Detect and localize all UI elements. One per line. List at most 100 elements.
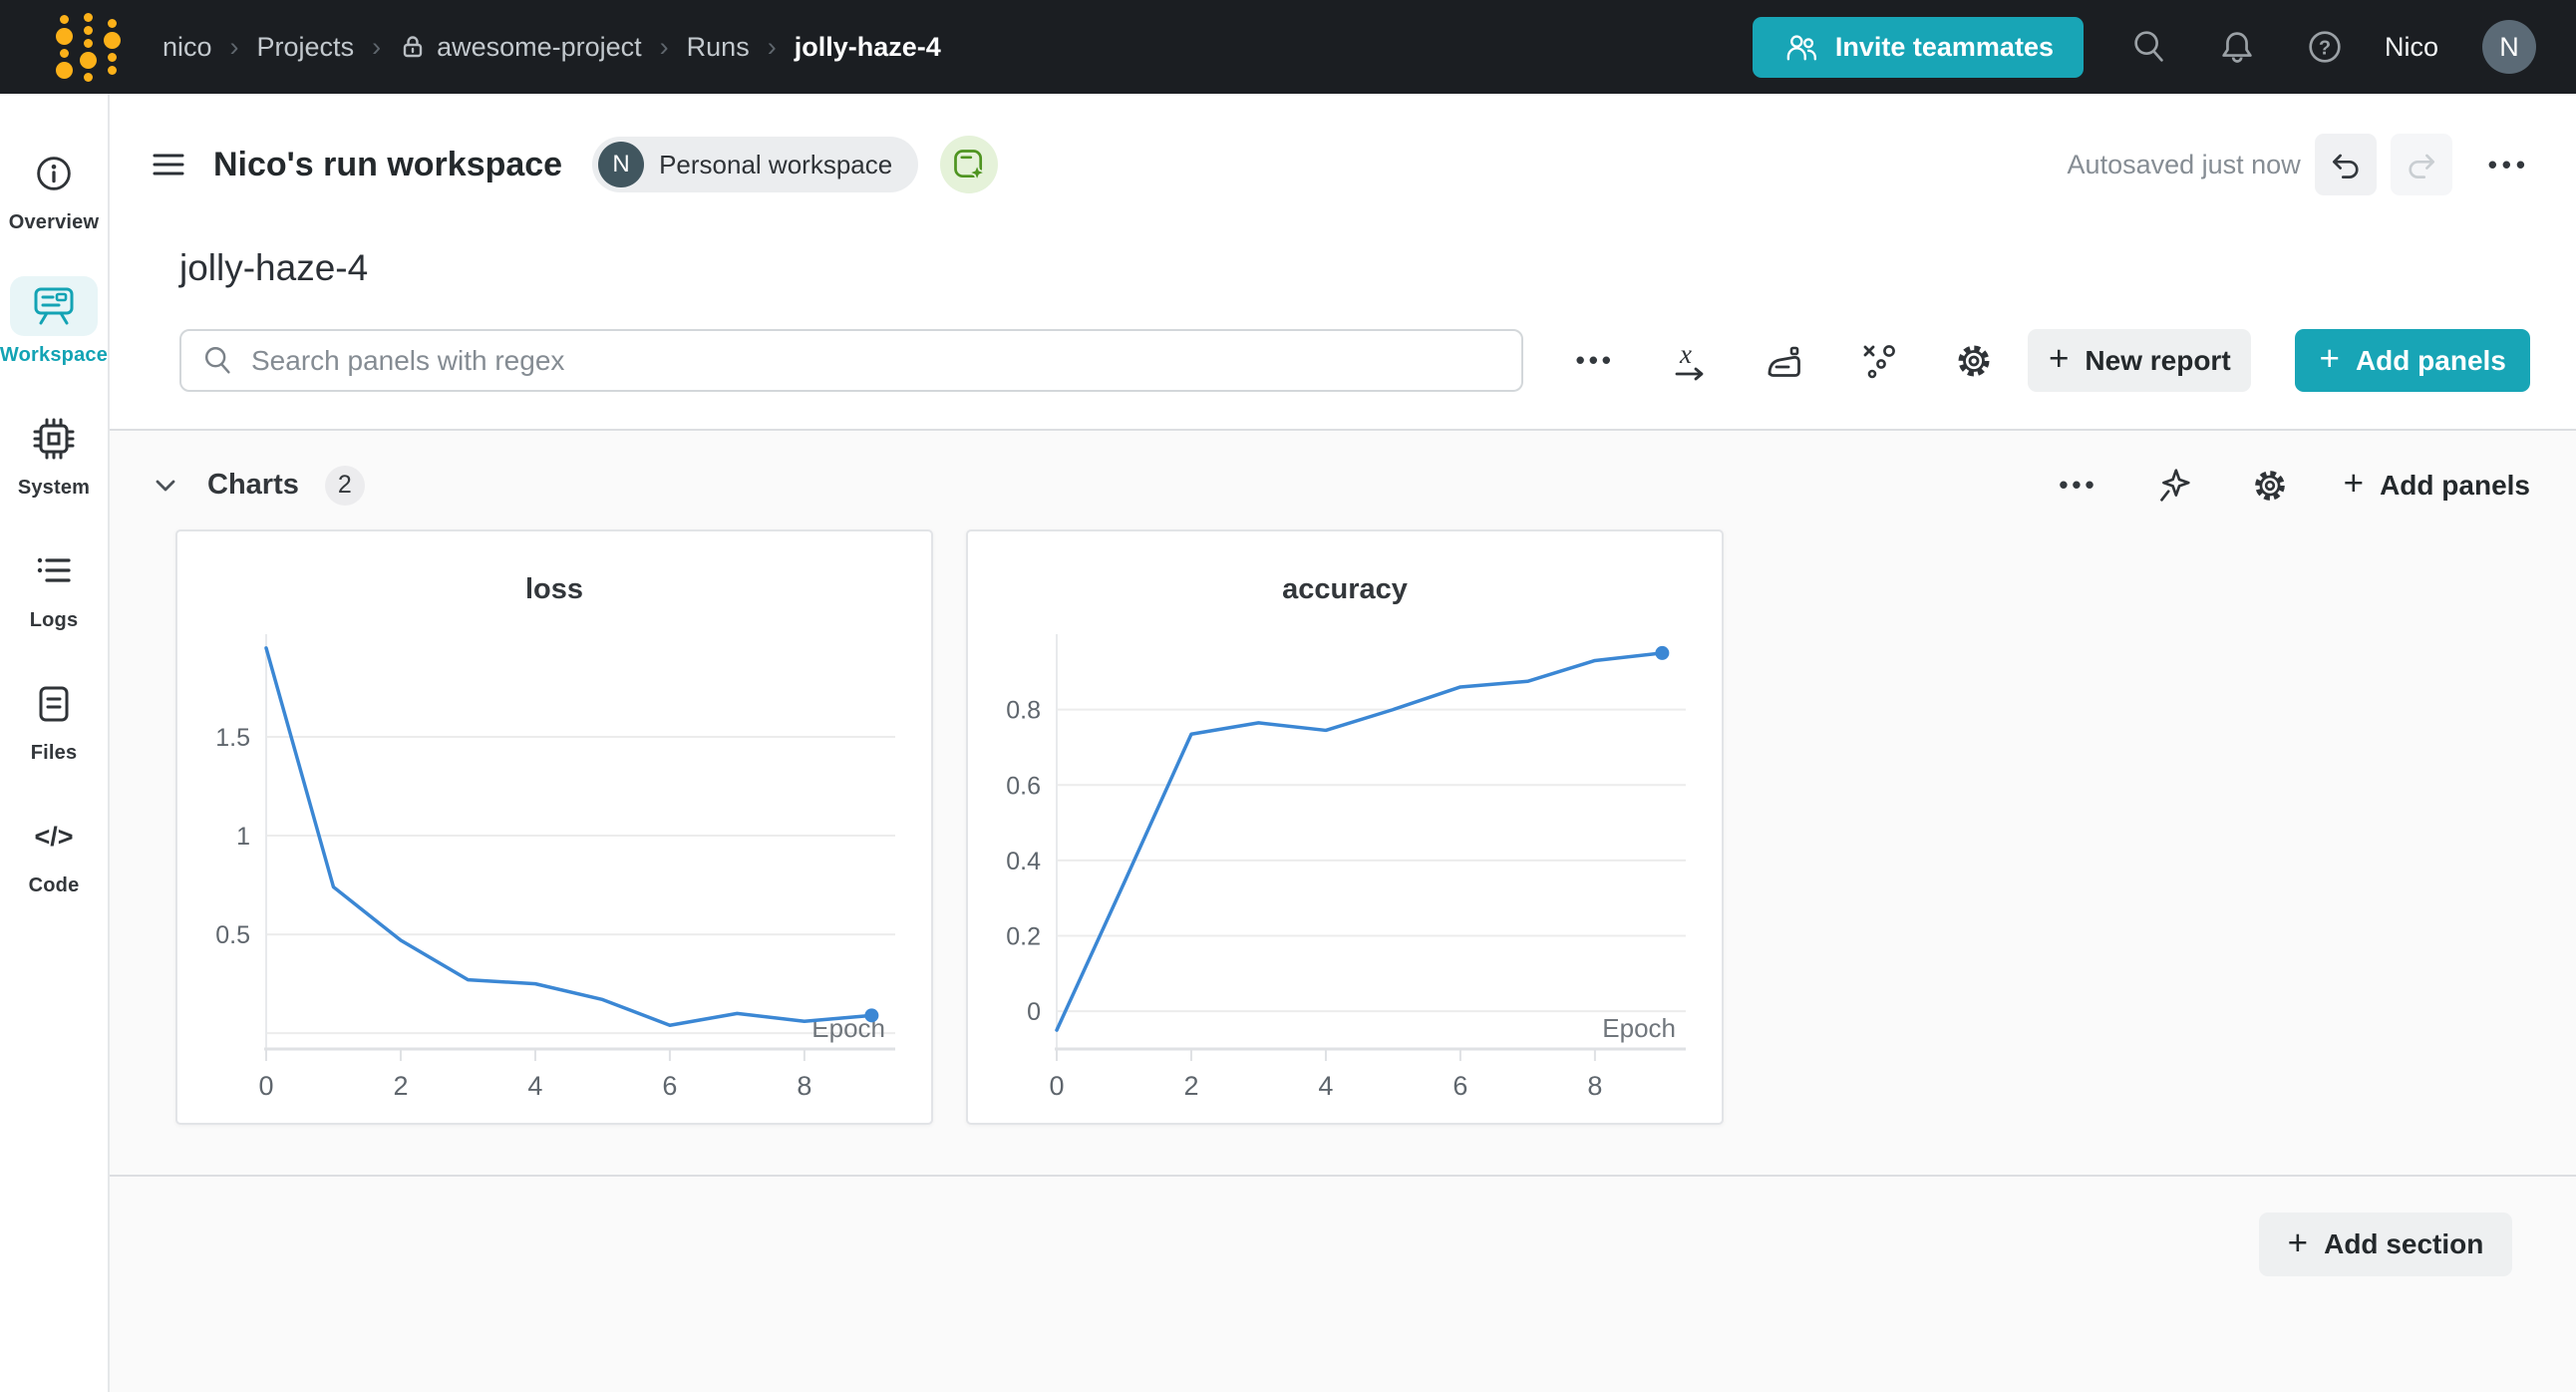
sidebar-item-workspace[interactable]: Workspace [0, 276, 108, 367]
new-report-button[interactable]: + New report [2028, 329, 2251, 392]
x-axis-settings-icon[interactable]: x [1666, 337, 1714, 385]
run-sidebar: Overview Workspace [0, 94, 110, 1392]
chevron-down-icon[interactable] [148, 468, 183, 504]
panel-search [179, 329, 1523, 392]
accuracy-chart[interactable]: 00.20.40.60.802468Epoch [968, 626, 1722, 1115]
panels-row: loss 0.511.502468Epoch accuracy 00.20.40… [110, 529, 2576, 1125]
user-avatar[interactable]: N [2482, 20, 2536, 74]
breadcrumb-separator-icon: › [372, 32, 381, 63]
sparkle-quick-add-icon[interactable] [2148, 462, 2196, 510]
wandb-logo-icon[interactable] [56, 13, 121, 82]
svg-text:x: x [1679, 339, 1692, 369]
invite-teammates-button[interactable]: Invite teammates [1753, 17, 2084, 78]
svg-text:4: 4 [1318, 1071, 1333, 1101]
charts-section-header: Charts 2 ••• [110, 431, 2576, 527]
workspace-board-icon [10, 276, 98, 336]
sidebar-item-files[interactable]: Files [10, 674, 98, 765]
plus-icon: + [2288, 1223, 2308, 1263]
app-root: nico › Projects › awesome-project › Runs… [0, 0, 2576, 1392]
sidebar-item-system[interactable]: System [10, 409, 98, 500]
info-icon [10, 144, 98, 203]
svg-text:0.5: 0.5 [215, 921, 250, 949]
run-title-row: jolly-haze-4 [110, 235, 2576, 329]
breadcrumb-runs[interactable]: Runs [687, 32, 750, 63]
add-section-button[interactable]: + Add section [2259, 1213, 2512, 1276]
outliers-icon[interactable] [1855, 337, 1903, 385]
breadcrumb: nico › Projects › awesome-project › Runs… [162, 32, 941, 63]
topbar-right: Invite teammates ? Nico [1753, 17, 2536, 78]
undo-button[interactable] [2315, 134, 2377, 195]
charts-header-actions: ••• + [2059, 462, 2530, 510]
list-icon [10, 541, 98, 601]
svg-text:0.2: 0.2 [1006, 923, 1041, 951]
section-more-options-icon[interactable]: ••• [2059, 470, 2097, 501]
sidebar-item-overview[interactable]: Overview [9, 144, 100, 234]
plus-icon: + [2049, 339, 2069, 379]
file-icon [10, 674, 98, 734]
loss-chart[interactable]: 0.511.502468Epoch [177, 626, 931, 1115]
svg-text:6: 6 [1452, 1071, 1467, 1101]
breadcrumb-separator-icon: › [660, 32, 669, 63]
plus-icon: + [2320, 339, 2340, 379]
panel-control-icons: ••• x [1571, 337, 1998, 385]
loss-chart-panel[interactable]: loss 0.511.502468Epoch [175, 529, 933, 1125]
auto-workspace-icon[interactable] [940, 136, 998, 193]
charts-section: Charts 2 ••• [110, 429, 2576, 1177]
search-panels-input[interactable] [251, 345, 1501, 377]
hamburger-menu-icon[interactable] [146, 142, 191, 187]
accuracy-chart-panel[interactable]: accuracy 00.20.40.60.802468Epoch [966, 529, 1724, 1125]
chart-title: accuracy [968, 573, 1722, 606]
svg-text:Epoch: Epoch [1602, 1013, 1676, 1043]
breadcrumb-user[interactable]: nico [162, 32, 212, 63]
redo-button[interactable] [2391, 134, 2452, 195]
run-title: jolly-haze-4 [179, 247, 368, 289]
add-panels-button[interactable]: + Add panels [2295, 329, 2530, 392]
svg-text:0: 0 [258, 1071, 273, 1101]
svg-text:4: 4 [527, 1071, 542, 1101]
svg-text:2: 2 [1183, 1071, 1198, 1101]
notifications-bell-icon[interactable] [2215, 25, 2259, 69]
help-icon[interactable]: ? [2303, 25, 2347, 69]
svg-text:0.4: 0.4 [1006, 848, 1041, 875]
autosave-status: Autosaved just now [2068, 150, 2301, 180]
workspace-avatar: N [598, 142, 644, 187]
svg-text:8: 8 [797, 1071, 811, 1101]
search-icon [201, 344, 235, 378]
svg-text:8: 8 [1587, 1071, 1602, 1101]
topbar: nico › Projects › awesome-project › Runs… [0, 0, 2576, 94]
svg-text:6: 6 [662, 1071, 677, 1101]
panel-more-options-icon[interactable]: ••• [1571, 337, 1619, 385]
breadcrumb-run-name[interactable]: jolly-haze-4 [795, 32, 941, 63]
svg-text:0: 0 [1049, 1071, 1064, 1101]
topbar-username[interactable]: Nico [2385, 32, 2438, 63]
workspace-title: Nico's run workspace [213, 146, 562, 184]
chart-title: loss [177, 573, 931, 606]
sidebar-item-logs[interactable]: Logs [10, 541, 98, 632]
section-settings-gear-icon[interactable] [2246, 462, 2294, 510]
lock-icon [399, 33, 427, 61]
workspace-settings-gear-icon[interactable] [1950, 337, 1998, 385]
breadcrumb-projects[interactable]: Projects [257, 32, 355, 63]
people-icon [1782, 29, 1819, 66]
footer-area: + Add section [110, 1177, 2576, 1392]
breadcrumb-project[interactable]: awesome-project [399, 32, 642, 63]
charts-section-title[interactable]: Charts [207, 469, 299, 502]
plus-icon: + [2344, 464, 2364, 504]
svg-text:?: ? [2319, 38, 2331, 60]
svg-text:2: 2 [393, 1071, 408, 1101]
breadcrumb-separator-icon: › [230, 32, 239, 63]
workspace-header-right: Autosaved just now ••• [2068, 134, 2530, 195]
svg-text:1.5: 1.5 [215, 724, 250, 752]
svg-text:0.6: 0.6 [1006, 772, 1041, 800]
main-content: Nico's run workspace N Personal workspac… [110, 94, 2576, 1392]
sidebar-item-code[interactable]: </> Code [10, 807, 98, 897]
section-add-panels-button[interactable]: + Add panels [2344, 467, 2530, 504]
personal-workspace-badge[interactable]: N Personal workspace [592, 137, 918, 192]
smoothing-iron-icon[interactable] [1761, 337, 1808, 385]
breadcrumb-separator-icon: › [768, 32, 777, 63]
charts-count-badge: 2 [325, 466, 365, 506]
panel-controls-row: ••• x [179, 329, 2530, 392]
search-icon[interactable] [2127, 25, 2171, 69]
workspace-more-options-icon[interactable]: ••• [2488, 150, 2530, 180]
workspace-header: Nico's run workspace N Personal workspac… [110, 94, 2576, 235]
